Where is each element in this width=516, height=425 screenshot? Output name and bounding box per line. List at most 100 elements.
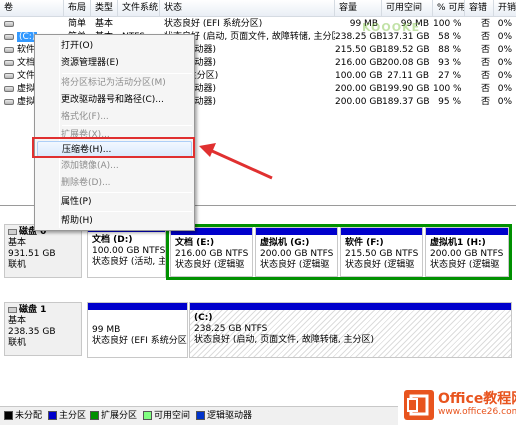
partition-status: 状态良好 (活动, 主	[92, 257, 166, 267]
partition-title: 文档 (E:)	[175, 238, 215, 248]
legend-swatch	[48, 411, 57, 420]
cell-ft: 否	[480, 45, 490, 55]
legend-swatch	[4, 411, 13, 420]
partition-title: 软件 (F:)	[345, 238, 384, 248]
menu-item[interactable]: 添加镜像(A)...	[37, 158, 192, 174]
volume-name: 软件	[17, 45, 36, 55]
menu-item[interactable]: 删除卷(D)...	[37, 175, 192, 191]
cell-free: 189.52 GB	[382, 45, 430, 55]
cell-overhead: 0%	[497, 58, 512, 68]
menu-item[interactable]: 帮助(H)	[37, 213, 192, 229]
partition-f[interactable]: 软件 (F:) 215.50 GB NTFS 状态良好 (逻辑驱	[340, 227, 423, 277]
volume-row[interactable]: 简单 基本 状态良好 (EFI 系统分区) 99 MB 99 MB 100 % 否 0%	[0, 18, 516, 31]
cell-pct: 88 %	[438, 45, 461, 55]
legend-swatch	[143, 411, 152, 420]
logo-title: Office教程网	[438, 391, 516, 407]
col-filesystem[interactable]: 文件系统	[118, 0, 160, 17]
partition-efi[interactable]: 99 MB 状态良好 (EFI 系统分区)	[87, 302, 188, 358]
col-status[interactable]: 状态	[160, 0, 335, 17]
volume-name: 文件	[17, 71, 36, 81]
disk-size: 238.35 GB	[8, 327, 56, 337]
cell-free: 27.11 GB	[387, 71, 429, 81]
cell-pct: 93 %	[438, 58, 461, 68]
cell-free: 189.37 GB	[382, 97, 430, 107]
partition-title: (C:)	[194, 313, 213, 323]
partition-bar	[190, 303, 511, 310]
partition-status: 状态良好 (EFI 系统分区)	[92, 336, 188, 346]
cell-pct: 27 %	[438, 71, 461, 81]
legend-label: 逻辑驱动器	[207, 411, 253, 421]
disk-icon	[8, 228, 17, 235]
legend-label: 主分区	[59, 411, 87, 421]
menu-item[interactable]: 格式化(F)...	[37, 109, 192, 125]
partition-e[interactable]: 文档 (E:) 216.00 GB NTFS 状态良好 (逻辑驱	[170, 227, 253, 277]
legend-free-space: 可用空间	[143, 411, 190, 422]
partition-g[interactable]: 虚拟机 (G:) 200.00 GB NTFS 状态良好 (逻辑驱	[255, 227, 338, 277]
cell-type: 基本	[95, 19, 114, 29]
menu-item[interactable]: 将分区标记为活动分区(M)	[37, 75, 192, 91]
disk-status: 联机	[8, 338, 27, 348]
disk-0-label[interactable]: 磁盘 0 基本 931.51 GB 联机	[4, 224, 82, 278]
partition-d[interactable]: 文档 (D:) 100.00 GB NTFS 状态良好 (活动, 主	[87, 224, 166, 278]
disk-1-label[interactable]: 磁盘 1 基本 238.35 GB 联机	[4, 302, 82, 356]
partition-title: 虚拟机 (G:)	[260, 238, 310, 248]
cell-free: 200.08 GB	[382, 58, 430, 68]
menu-item[interactable]: 资源管理器(E)	[37, 55, 192, 71]
volume-icon	[4, 85, 14, 92]
partition-title: 虚拟机1 (H:)	[430, 238, 486, 248]
legend-swatch	[90, 411, 99, 420]
cell-ft: 否	[480, 32, 490, 42]
legend-label: 可用空间	[154, 411, 191, 421]
legend-primary: 主分区	[48, 411, 86, 422]
cell-capacity: 100.00 GB	[335, 71, 382, 81]
cell-pct: 58 %	[438, 32, 461, 42]
menu-item[interactable]: 属性(P)	[37, 194, 192, 210]
cell-overhead: 0%	[497, 71, 512, 81]
menu-separator	[62, 73, 192, 74]
cell-pct: 100 %	[433, 84, 462, 94]
volume-icon	[4, 59, 14, 66]
volume-icon	[4, 33, 14, 40]
volume-name: 虚拟	[17, 84, 36, 94]
menu-item[interactable]: 更改驱动器号和路径(C)...	[37, 92, 192, 108]
menu-separator	[62, 125, 192, 126]
partition-h[interactable]: 虚拟机1 (H:) 200.00 GB NTFS 状态良好 (逻辑驱	[425, 227, 509, 277]
partition-status: 状态良好 (逻辑驱	[260, 260, 330, 270]
partition-size: 100.00 GB NTFS	[92, 246, 166, 256]
cell-layout: 简单	[68, 19, 87, 29]
volume-icon	[4, 46, 14, 53]
legend-unallocated: 未分配	[4, 411, 42, 422]
cell-ft: 否	[480, 71, 490, 81]
partition-size: 200.00 GB NTFS	[430, 249, 504, 259]
partition-size: 200.00 GB NTFS	[260, 249, 334, 259]
logo-url: www.office26.com	[438, 407, 516, 417]
cell-ft: 否	[480, 58, 490, 68]
volume-icon	[4, 20, 14, 27]
disk-type: 基本	[8, 238, 27, 248]
col-layout[interactable]: 布局	[64, 0, 91, 17]
cell-overhead: 0%	[497, 84, 512, 94]
partition-status: 状态良好 (逻辑驱	[345, 260, 415, 270]
col-free[interactable]: 可用空间	[382, 0, 433, 17]
shrink-volume-highlight-box	[32, 137, 195, 158]
col-type[interactable]: 类型	[91, 0, 118, 17]
disk-type: 基本	[8, 316, 27, 326]
menu-item[interactable]: 打开(O)	[37, 38, 192, 54]
col-volume[interactable]: 卷	[0, 0, 64, 17]
partition-bar	[256, 228, 337, 235]
partition-c[interactable]: (C:) 238.25 GB NTFS 状态良好 (启动, 页面文件, 故障转储…	[189, 302, 512, 358]
col-fault-tolerance[interactable]: 容错	[465, 0, 494, 17]
col-overhead[interactable]: 开销	[494, 0, 516, 17]
cell-capacity: 200.00 GB	[335, 84, 382, 94]
cell-capacity: 200.00 GB	[335, 97, 382, 107]
col-percent-free[interactable]: % 可用	[433, 0, 465, 17]
cell-ft: 否	[480, 19, 490, 29]
cell-overhead: 0%	[497, 19, 512, 29]
disk-graphical-view: 磁盘 0 基本 931.51 GB 联机 文档 (D:) 100.00 GB N…	[0, 207, 516, 405]
legend-extended: 扩展分区	[90, 411, 137, 422]
disk-name: 磁盘 1	[19, 305, 47, 315]
disk-size: 931.51 GB	[8, 249, 56, 259]
col-capacity[interactable]: 容量	[335, 0, 382, 17]
legend-label: 扩展分区	[101, 411, 138, 421]
volume-icon	[4, 72, 14, 79]
